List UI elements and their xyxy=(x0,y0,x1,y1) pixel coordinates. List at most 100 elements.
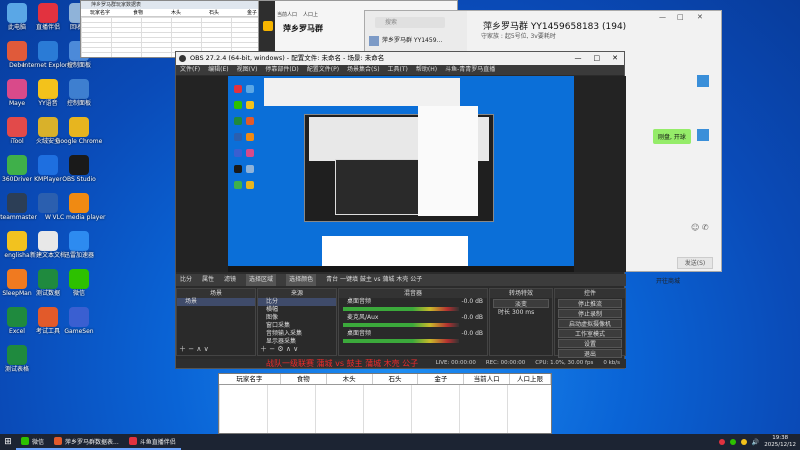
my-message: 刚盘, 开球 xyxy=(653,129,691,144)
menu-item[interactable]: 编辑(E) xyxy=(208,65,228,75)
scene-toolbar[interactable]: ＋ − ∧ ∨ xyxy=(179,344,209,354)
transition-select[interactable]: 淡变 xyxy=(493,299,549,308)
desktop-icon[interactable]: englisha xyxy=(1,231,33,259)
scene-item[interactable]: 场景 xyxy=(177,298,255,306)
close-button[interactable]: ✕ xyxy=(697,13,703,21)
desktop-icon[interactable]: 直播伴侣 xyxy=(32,3,64,31)
menu-item[interactable]: 视图(V) xyxy=(237,65,258,75)
column-header: 木头 xyxy=(327,374,373,384)
desktop-icon[interactable]: 迅雷加速器 xyxy=(63,231,95,259)
desktop-icon[interactable]: VLC media player xyxy=(53,193,106,221)
context-item[interactable]: 属性 xyxy=(202,274,214,286)
menu-item[interactable]: 文件(F) xyxy=(180,65,200,75)
menu-item[interactable]: 工具(T) xyxy=(388,65,408,75)
home-icon[interactable] xyxy=(263,21,273,31)
source-item[interactable]: 比分 xyxy=(258,298,336,306)
context-item[interactable]: 青台 一键填 鼓主 vs 蒲城 木壳 公子 xyxy=(326,274,422,286)
minimize-button[interactable]: — xyxy=(575,52,582,65)
tray-app-icon[interactable] xyxy=(718,439,725,445)
menu-item[interactable]: 停靠部件(D) xyxy=(265,65,298,75)
clock[interactable]: 19:38 2025/12/12 xyxy=(764,435,796,449)
menu-item[interactable]: 斗鱼-青青罗马直播 xyxy=(445,65,495,75)
source-toolbar[interactable]: ＋ − ⚙ ∧ ∨ xyxy=(260,344,298,354)
source-item[interactable]: 横幅 xyxy=(258,306,336,314)
status-item: CPU: 1.0%, 30.00 fps xyxy=(535,360,594,366)
chat-list-item[interactable]: 萍乡罗马群 YY1459... xyxy=(369,33,465,49)
desktop-icon[interactable]: GameSen xyxy=(63,307,95,335)
player-stats-sheet[interactable]: 玩家名字 食物 木头 石头 金子 当前人口 人口上限 xyxy=(218,373,552,434)
control-button[interactable]: 停止录制 xyxy=(558,309,622,318)
desktop-icon[interactable]: OBS Studio xyxy=(62,155,96,183)
sources-dock[interactable]: 来源 比分 横幅 图像 窗口采集 音频输入采集 显示器采集 ＋ − ⚙ ∧ ∨ xyxy=(257,288,337,356)
desktop-icon[interactable]: 考试工具 xyxy=(32,307,64,335)
mixer-header: 混音器 xyxy=(339,289,487,298)
source-item[interactable]: 音频输入采集 xyxy=(258,330,336,338)
player-stats-body[interactable] xyxy=(219,385,551,433)
app-icon xyxy=(7,193,27,213)
desktop-icon[interactable]: 测试表格 xyxy=(1,345,33,373)
source-item[interactable]: 图像 xyxy=(258,314,336,322)
volume-icon[interactable]: 🔊 xyxy=(752,439,759,446)
taskbar-task[interactable]: 微信 xyxy=(16,434,50,450)
windows-start-icon[interactable]: ⊞ xyxy=(0,434,16,450)
duration-row[interactable]: 时长 300 ms xyxy=(490,309,552,317)
control-button[interactable]: 停止推流 xyxy=(558,299,622,308)
volume-meter[interactable] xyxy=(343,339,459,343)
menu-item[interactable]: 帮助(H) xyxy=(416,65,437,75)
desktop-icon[interactable]: Google Chrome xyxy=(56,117,102,145)
context-item[interactable]: 选择区域 xyxy=(246,274,277,286)
preview-sheet xyxy=(418,106,478,216)
send-button[interactable]: 发送(S) xyxy=(677,257,713,269)
tray-wechat-icon[interactable] xyxy=(729,439,736,445)
app-icon xyxy=(38,155,58,175)
controls-dock[interactable]: 控件 停止推流 停止录制 启动虚拟摄像机 工作室模式 设置 退出 xyxy=(554,288,626,358)
desktop-icon[interactable]: KMPlayer xyxy=(32,155,64,183)
control-button[interactable]: 退出 xyxy=(558,349,622,358)
context-item[interactable]: 选择颜色 xyxy=(286,274,317,286)
context-item[interactable]: 滤镜 xyxy=(224,274,236,286)
obs-window[interactable]: OBS 27.2.4 (64-bit, windows) - 配置文件: 未命名… xyxy=(175,51,626,369)
column-header: 石头 xyxy=(208,10,219,16)
control-button[interactable]: 设置 xyxy=(558,339,622,348)
taskbar-task[interactable]: 斗鱼直播伴侣 xyxy=(123,434,181,450)
scenes-dock[interactable]: 场景 场景 ＋ − ∧ ∨ xyxy=(176,288,256,356)
maximize-button[interactable]: □ xyxy=(677,13,684,21)
desktop-icon[interactable]: 此电脑 xyxy=(1,3,33,31)
desktop-icon[interactable]: Excel xyxy=(1,307,33,335)
taskbar-task[interactable]: 萍乡罗马群数据表... xyxy=(49,434,124,450)
menu-item[interactable]: 场景集合(S) xyxy=(347,65,380,75)
desktop-icon[interactable]: YY语音 xyxy=(32,79,64,107)
mixer-dock[interactable]: 混音器 桌面音频 -0.0 dB 麦克风/Aux -0.0 dB 桌面音频 -0.0 dB xyxy=(338,288,488,356)
context-item[interactable]: 比分 xyxy=(180,274,192,286)
app-icon xyxy=(38,117,58,137)
desktop-icon[interactable]: 微信 xyxy=(63,269,95,297)
control-button[interactable]: 工作室模式 xyxy=(558,329,622,338)
maximize-button[interactable]: □ xyxy=(594,52,601,65)
desktop-icon[interactable]: Maye xyxy=(1,79,33,107)
status-item: 0 kb/s xyxy=(603,360,620,366)
volume-meter[interactable] xyxy=(343,323,459,327)
emoji-icon[interactable]: ☺ ✆ xyxy=(691,223,709,232)
desktop-icon[interactable]: 新建文本文档 xyxy=(30,231,66,259)
tray-yy-icon[interactable] xyxy=(740,439,747,445)
desktop-icon[interactable]: 测试数据 xyxy=(32,269,64,297)
desktop-icon[interactable]: iTool xyxy=(1,117,33,145)
task-app-icon xyxy=(54,437,63,445)
volume-meter[interactable] xyxy=(343,307,459,311)
desktop-icon[interactable]: 360Driver xyxy=(1,155,33,183)
app-icon xyxy=(69,269,89,289)
search-input[interactable]: 搜索 xyxy=(375,17,445,28)
minimize-button[interactable]: — xyxy=(659,13,666,21)
transitions-dock[interactable]: 转场特效 淡变 时长 300 ms xyxy=(489,288,553,356)
desktop-icon[interactable]: SleepMan xyxy=(1,269,33,297)
status-item: LIVE: 00:00:00 xyxy=(435,360,476,366)
desktop-icon[interactable]: Internet Explorer xyxy=(23,41,73,69)
close-button[interactable]: ✕ xyxy=(612,52,618,65)
preview-icon xyxy=(234,149,242,157)
source-item[interactable]: 窗口采集 xyxy=(258,322,336,330)
obs-preview[interactable] xyxy=(228,76,574,272)
desktop-icon[interactable]: steammaster xyxy=(0,193,37,221)
control-button[interactable]: 启动虚拟摄像机 xyxy=(558,319,622,328)
menu-item[interactable]: 配置文件(P) xyxy=(307,65,339,75)
desktop-icon[interactable]: 控制面板 xyxy=(63,79,95,107)
